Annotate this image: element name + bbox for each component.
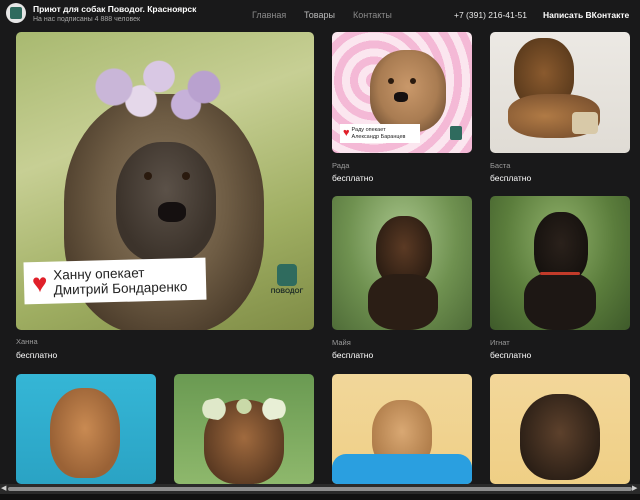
povodog-logo: ПОВОДОГ: [270, 264, 304, 302]
product-photo[interactable]: [332, 196, 472, 330]
dog-eye: [144, 172, 152, 180]
collar: [540, 272, 580, 275]
guardian-badge: ♥ Ханну опекает Дмитрий Бондаренко: [23, 257, 207, 305]
nav-products[interactable]: Товары: [304, 10, 335, 21]
povodog-logo-icon: [450, 126, 462, 140]
guardian-badge: ♥ Раду опекает Александр Баранцев: [340, 124, 420, 143]
horizontal-scrollbar[interactable]: ◀ ▶: [0, 484, 640, 494]
dog-figure: [50, 388, 120, 478]
product-name[interactable]: Рада: [332, 161, 349, 170]
brand: Приют для собак Поводог. Красноярск На н…: [33, 4, 196, 25]
nav-main[interactable]: Главная: [252, 10, 286, 21]
product-photo[interactable]: [490, 196, 630, 330]
product-name[interactable]: Ханна: [16, 337, 38, 346]
guardian-text: Ханну опекает Дмитрий Бондаренко: [53, 265, 188, 298]
product-photo[interactable]: [16, 374, 156, 484]
product-photo[interactable]: [490, 374, 630, 484]
dog-figure: [370, 50, 446, 132]
product-photo[interactable]: ♥ Раду опекает Александр Баранцев: [332, 32, 472, 153]
product-name[interactable]: Майя: [332, 338, 351, 347]
scroll-thumb[interactable]: [8, 487, 632, 491]
blue-cushion: [332, 454, 472, 484]
product-name[interactable]: Игнат: [490, 338, 510, 347]
dog-figure: [520, 394, 600, 480]
scroll-right-icon[interactable]: ▶: [632, 485, 637, 493]
product-price: бесплатно: [490, 173, 532, 183]
povodog-logo-icon: [277, 264, 297, 286]
dog-eye: [388, 78, 394, 84]
bottom-edge: [0, 494, 640, 500]
flower-wreath: [78, 52, 258, 122]
product-price: бесплатно: [332, 350, 374, 360]
nav-contacts[interactable]: Контакты: [353, 10, 392, 21]
heart-icon: ♥: [31, 267, 48, 299]
product-photo[interactable]: [490, 32, 630, 153]
subscribers-count: На нас подписаны 4 888 человек: [33, 16, 141, 23]
dog-body: [368, 274, 438, 330]
heart-icon: ♥: [343, 127, 350, 139]
product-photo[interactable]: [332, 374, 472, 484]
product-price: бесплатно: [332, 173, 374, 183]
dog-eye: [182, 172, 190, 180]
shop-logo-icon: [10, 7, 22, 19]
product-name[interactable]: Баста: [490, 161, 510, 170]
shop-title[interactable]: Приют для собак Поводог. Красноярск: [33, 4, 196, 15]
dog-body: [524, 272, 596, 330]
shop-logo[interactable]: [6, 3, 26, 23]
scroll-left-icon[interactable]: ◀: [1, 485, 6, 493]
basket: [572, 112, 598, 134]
dog-nose: [394, 92, 408, 102]
dog-eye: [410, 78, 416, 84]
product-photo[interactable]: [174, 374, 314, 484]
product-price: бесплатно: [16, 350, 58, 360]
header: Приют для собак Поводог. Красноярск На н…: [0, 0, 640, 30]
guardian-text: Раду опекает Александр Баранцев: [351, 127, 406, 140]
phone-number[interactable]: +7 (391) 216-41-51: [454, 10, 527, 20]
flower-wreath: [194, 396, 294, 422]
dog-nose: [158, 202, 186, 222]
povodog-logo-text: ПОВОДОГ: [270, 288, 304, 295]
product-price: бесплатно: [490, 350, 532, 360]
write-vk-button[interactable]: Написать ВКонтакте: [543, 10, 629, 20]
product-photo[interactable]: ♥ Ханну опекает Дмитрий Бондаренко ПОВОД…: [16, 32, 314, 330]
